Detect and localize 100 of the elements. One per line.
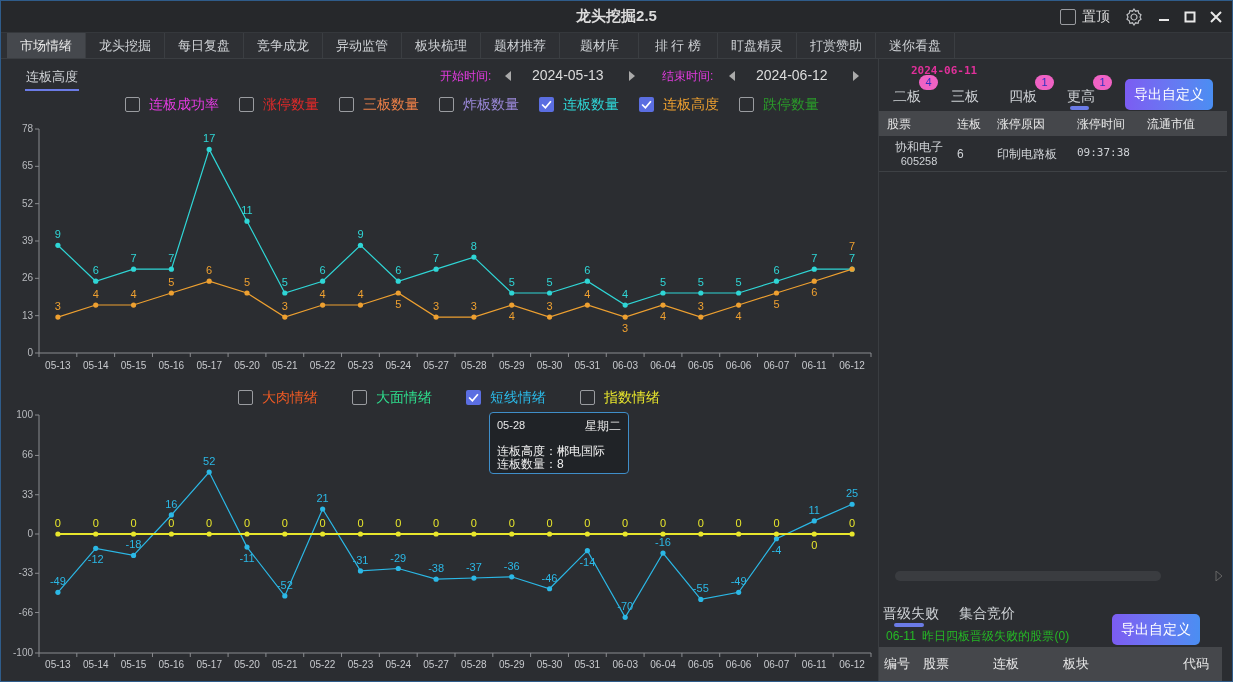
data-point	[206, 278, 212, 284]
data-point	[698, 290, 704, 296]
data-label: 4	[92, 287, 99, 300]
legend-label: 涨停数量	[263, 95, 319, 115]
data-point	[736, 589, 742, 595]
checkbox[interactable]	[580, 389, 595, 405]
data-point	[433, 314, 439, 320]
data-point	[584, 302, 590, 308]
checkbox[interactable]	[466, 389, 481, 405]
previous-icon[interactable]	[728, 70, 736, 81]
checkbox[interactable]	[239, 97, 254, 113]
tab[interactable]: 竞争成龙	[244, 33, 323, 58]
data-point	[130, 266, 137, 272]
legend-label: 短线情绪	[490, 387, 546, 407]
column-header: 涨停时间	[1077, 115, 1126, 133]
tab[interactable]: 排 行 榜	[639, 33, 718, 58]
tab[interactable]: 板块梳理	[402, 33, 481, 58]
data-label: 6	[92, 264, 99, 276]
data-label: 3	[622, 321, 629, 334]
data-label: 3	[433, 299, 440, 312]
tab[interactable]: 迷你看盘	[876, 33, 955, 58]
pin-checkbox[interactable]	[1060, 8, 1076, 25]
subtab[interactable]: 连板高度	[25, 66, 79, 92]
axis-tick-label: 06-05	[688, 359, 714, 371]
data-label: 3	[54, 299, 61, 312]
maximize-icon[interactable]	[1184, 10, 1196, 23]
tab[interactable]: 题材库	[560, 33, 639, 58]
tab[interactable]: 打赏赞助	[797, 33, 876, 58]
tab[interactable]: 市场情绪	[7, 33, 86, 58]
data-point	[811, 266, 817, 272]
checkbox[interactable]	[739, 97, 754, 113]
checkbox[interactable]	[439, 97, 454, 113]
end-date-value[interactable]: 2024-06-12	[756, 65, 852, 87]
settings-icon[interactable]	[1124, 6, 1144, 27]
close-icon[interactable]	[1210, 10, 1222, 23]
legend-label: 炸板数量	[463, 95, 519, 115]
axis-tick-label: 05-17	[196, 359, 222, 371]
checkbox[interactable]	[339, 97, 354, 113]
checkbox[interactable]	[639, 97, 654, 113]
data-point	[395, 531, 401, 537]
data-label: -12	[87, 553, 104, 566]
data-point	[546, 531, 553, 537]
previous-icon[interactable]	[504, 70, 512, 81]
data-label: 5	[546, 275, 553, 288]
data-point	[509, 290, 515, 296]
checkbox[interactable]	[352, 389, 367, 405]
next-icon[interactable]	[852, 70, 860, 81]
checkbox[interactable]	[539, 97, 554, 113]
legend-label: 跌停数量	[763, 95, 819, 115]
axis-tick-label: 06-06	[725, 359, 752, 371]
tab[interactable]: 盯盘精灵	[718, 33, 797, 58]
tab[interactable]: 异动监管	[323, 33, 402, 58]
column-header: 板块	[1063, 655, 1090, 674]
data-label: 5	[659, 275, 667, 288]
column-header: 连板	[957, 115, 982, 133]
data-point	[471, 254, 477, 260]
next-icon[interactable]	[628, 70, 636, 81]
count-badge: 1	[1093, 75, 1112, 90]
data-label: 0	[659, 516, 667, 529]
axis-tick-label: 06-05	[688, 658, 714, 670]
tab[interactable]: 每日复盘	[165, 33, 244, 58]
axis-tick-label: 05-13	[45, 658, 71, 670]
data-label: 4	[622, 287, 629, 300]
data-point	[93, 302, 99, 308]
checkbox[interactable]	[238, 389, 253, 405]
data-label: 9	[54, 228, 61, 241]
data-label: 0	[281, 516, 288, 529]
data-label: 4	[735, 309, 742, 322]
axis-tick-label: 05-28	[461, 359, 487, 371]
data-point	[93, 531, 99, 537]
board-tab[interactable]: 二板 4	[891, 77, 949, 111]
data-label: 0	[773, 516, 780, 529]
axis-tick-label: 05-16	[158, 658, 185, 670]
data-label: 4	[659, 309, 667, 322]
data-point	[206, 146, 212, 152]
data-label: 5	[395, 297, 402, 310]
data-point	[395, 278, 401, 284]
data-point	[584, 278, 590, 284]
legend-label: 三板数量	[363, 95, 419, 115]
axis-tick-label: 06-04	[650, 658, 676, 670]
data-point	[357, 568, 364, 574]
data-point	[773, 278, 780, 284]
data-point	[168, 531, 174, 537]
data-label: 0	[811, 538, 818, 551]
tab[interactable]: 晋级失败	[882, 599, 940, 627]
start-date-value[interactable]: 2024-05-13	[532, 65, 628, 87]
data-point	[660, 290, 666, 296]
board-tab[interactable]: 三板	[949, 77, 1007, 111]
tab[interactable]: 龙头挖掘	[86, 33, 165, 58]
tab[interactable]: 集合竞价	[958, 599, 1016, 627]
tab[interactable]: 题材推荐	[481, 33, 560, 58]
data-point	[471, 575, 477, 581]
axis-tick-label: 06-06	[725, 658, 752, 670]
board-tab[interactable]: 四板 1	[1007, 77, 1065, 111]
board-tab[interactable]: 更高 1	[1065, 77, 1123, 111]
export-button[interactable]: 导出自定义	[1112, 613, 1200, 645]
export-button[interactable]: 导出自定义	[1125, 78, 1213, 110]
checkbox[interactable]	[125, 97, 140, 113]
legend-label: 连板高度	[663, 95, 719, 115]
stock-name: 协和电子	[895, 139, 943, 154]
